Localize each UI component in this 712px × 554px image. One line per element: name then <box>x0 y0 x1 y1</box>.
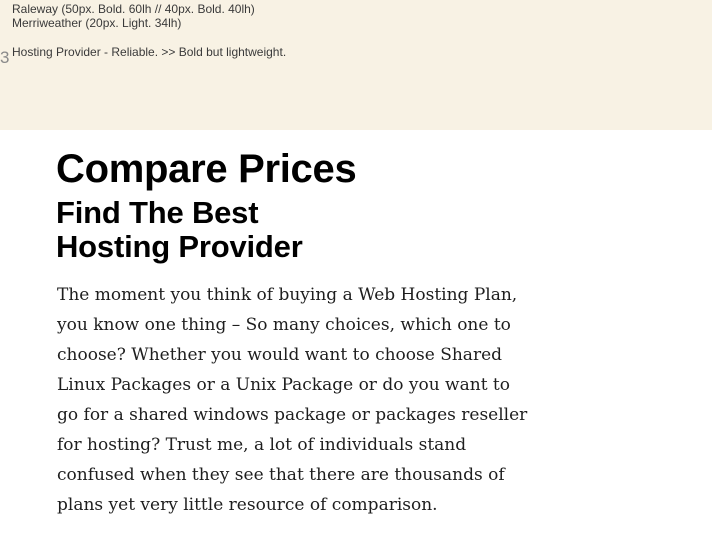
main-content: Compare Prices Find The Best Hosting Pro… <box>56 146 527 520</box>
subheading-line: Hosting Provider <box>56 229 303 264</box>
subheading-line: Find The Best <box>56 195 259 230</box>
paragraph-line: for hosting? Trust me, a lot of individu… <box>57 435 467 455</box>
paragraph-line: The moment you think of buying a Web Hos… <box>57 285 518 305</box>
paragraph-line: Linux Packages or a Unix Package or do y… <box>57 375 510 395</box>
font-note-raleway: Raleway (50px. Bold. 60lh // 40px. Bold.… <box>12 2 255 16</box>
paragraph-line: choose? Whether you would want to choose… <box>57 345 503 365</box>
design-notes-panel: Raleway (50px. Bold. 60lh // 40px. Bold.… <box>0 0 712 130</box>
page-heading: Compare Prices <box>56 147 357 191</box>
paragraph-line: you know one thing – So many choices, wh… <box>57 315 511 335</box>
paragraph-line: confused when they see that there are th… <box>57 465 505 485</box>
body-paragraph: The moment you think of buying a Web Hos… <box>57 280 527 520</box>
font-note-merriweather: Merriweather (20px. Light. 34lh) <box>12 16 182 30</box>
paragraph-line: go for a shared windows package or packa… <box>57 405 528 425</box>
page-subheading: Find The Best Hosting Provider <box>56 196 526 264</box>
style-note-hosting-provider: Hosting Provider - Reliable. >> Bold but… <box>12 45 287 59</box>
paragraph-line: plans yet very little resource of compar… <box>57 495 438 515</box>
note-number-marker: 3 <box>0 48 10 67</box>
